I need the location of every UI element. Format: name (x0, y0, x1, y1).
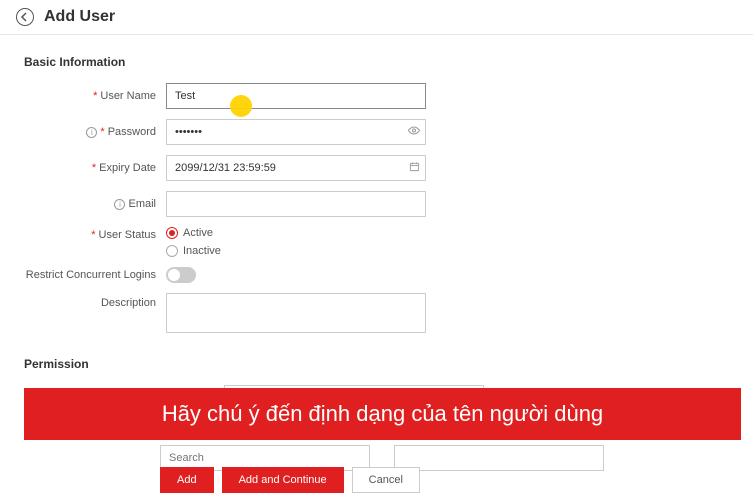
section-permission: Permission (24, 357, 729, 371)
expiry-input[interactable] (166, 155, 426, 181)
calendar-icon[interactable] (409, 161, 420, 175)
label-expiry: Expiry Date (99, 162, 156, 174)
label-desc: Description (101, 297, 156, 309)
eye-icon[interactable] (408, 125, 420, 140)
label-status: User Status (99, 229, 156, 241)
username-input[interactable] (166, 83, 426, 109)
add-continue-button[interactable]: Add and Continue (222, 467, 344, 493)
section-basic: Basic Information (24, 55, 729, 69)
add-button[interactable]: Add (160, 467, 214, 493)
radio-inactive[interactable]: Inactive (166, 245, 221, 257)
label-email: Email (128, 198, 156, 210)
label-password: Password (108, 126, 156, 138)
page-title: Add User (44, 8, 115, 26)
radio-active[interactable]: Active (166, 227, 221, 239)
caption-overlay: Hãy chú ý đến định dạng của tên người dù… (24, 388, 741, 440)
cancel-button[interactable]: Cancel (352, 467, 420, 493)
search-input-2[interactable] (394, 445, 604, 471)
password-input[interactable] (166, 119, 426, 145)
back-button[interactable] (16, 8, 34, 26)
description-textarea[interactable] (166, 293, 426, 333)
info-icon: i (114, 199, 125, 210)
restrict-toggle[interactable] (166, 267, 196, 283)
label-restrict: Restrict Concurrent Logins (26, 269, 156, 281)
email-input[interactable] (166, 191, 426, 217)
info-icon: i (86, 127, 97, 138)
label-username: User Name (100, 90, 156, 102)
